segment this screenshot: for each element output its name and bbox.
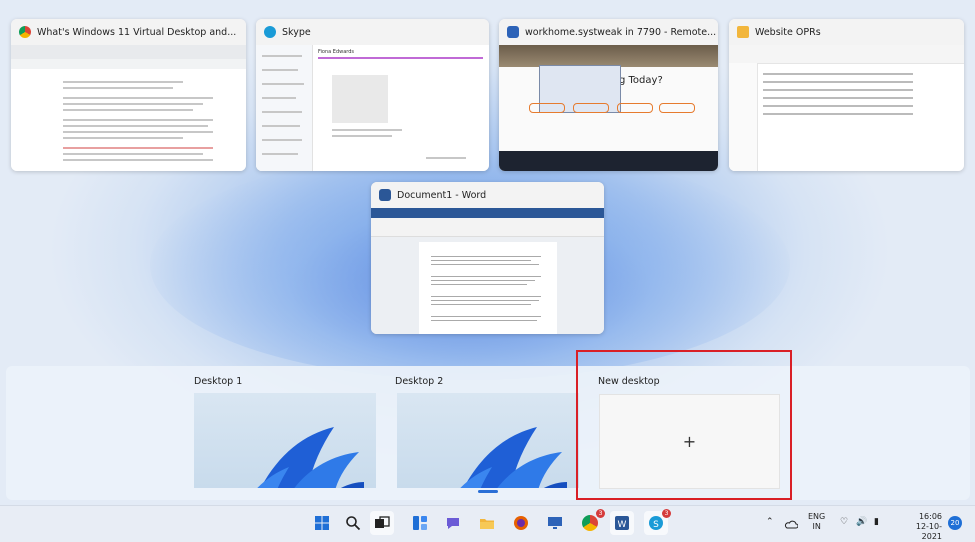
word-preview [371,208,604,334]
skype-icon: S [649,516,663,530]
remote-desktop-icon [548,517,562,529]
skype-preview: Fiona Edwards [256,45,489,171]
widgets-icon [413,516,427,530]
firefox-button[interactable] [509,511,533,535]
window-title: workhome.systweak in 7790 - Remote... [525,26,717,38]
chrome-icon [19,26,31,38]
chrome-button[interactable]: 3 [578,509,605,535]
notification-badge[interactable]: 20 [948,516,962,530]
clock-time: 16:06 [918,512,942,521]
window-skype[interactable]: Skype Fiona Edwards [256,19,489,171]
search-icon [346,516,361,531]
window-file-explorer[interactable]: Website OPRs [729,19,964,171]
skype-icon [264,26,276,38]
language-code: ENG [808,512,826,521]
onedrive-cloud-icon[interactable] [784,519,798,529]
clock-date: 12-10-2021 [915,522,942,541]
desktop-2-label: Desktop 2 [395,376,444,387]
window-remote-desktop[interactable]: workhome.systweak in 7790 - Remote... g … [499,19,718,171]
skype-contact-name: Fiona Edwards [318,49,355,55]
window-title: What's Windows 11 Virtual Desktop and... [37,26,237,38]
wifi-icon[interactable]: ♡ [840,517,848,527]
language-indicator[interactable]: ENG IN [808,512,825,532]
window-chrome[interactable]: What's Windows 11 Virtual Desktop and... [11,19,246,171]
chat-button[interactable] [441,511,465,535]
task-view-button[interactable] [370,511,394,535]
window-title: Skype [282,26,311,38]
file-explorer-icon [480,519,494,529]
file-explorer-button[interactable] [475,511,499,535]
skype-badge: 3 [662,509,671,518]
desktop-2-thumbnail[interactable] [397,393,579,488]
word-icon: W [615,516,629,530]
chrome-icon [582,515,598,531]
volume-icon[interactable]: 🔊 [856,517,867,527]
taskbar: 3 W S 3 ⌃ ENG IN ♡ 🔊 ▮ 16:06 12-10-2021 … [0,505,975,542]
explorer-preview [729,45,964,171]
chrome-badge: 3 [596,509,605,518]
window-word[interactable]: Document1 - Word [371,182,604,334]
task-view-icon [375,516,390,528]
clock[interactable]: 16:06 12-10-2021 [896,512,942,542]
start-icon [315,516,329,530]
active-desktop-indicator [478,490,498,493]
region-code: IN [812,522,821,531]
search-button[interactable] [341,511,365,535]
tray-overflow-chevron-icon[interactable]: ⌃ [766,517,774,527]
remote-heading: g Today? [619,75,663,86]
firefox-icon [514,516,528,530]
windows-bloom-icon [257,427,364,488]
window-title: Document1 - Word [397,189,487,201]
folder-icon [737,26,749,38]
desktop-1-label: Desktop 1 [194,376,243,387]
word-button[interactable]: W [610,511,634,535]
highlight-box [576,350,792,500]
remote-desktop-icon [507,26,519,38]
svg-text:W: W [618,520,627,530]
window-title: Website OPRs [755,26,821,38]
windows-bloom-icon [460,427,567,488]
widgets-button[interactable] [408,511,432,535]
skype-button[interactable]: S 3 [644,509,671,535]
remote-desktop-button[interactable] [543,511,567,535]
remote-preview: g Today? [499,45,718,171]
word-icon [379,189,391,201]
start-button[interactable] [310,511,334,535]
chrome-preview [11,45,246,171]
desktop-1-thumbnail[interactable] [194,393,376,488]
chat-icon [447,518,459,529]
svg-text:S: S [653,520,659,530]
battery-icon[interactable]: ▮ [874,517,879,527]
